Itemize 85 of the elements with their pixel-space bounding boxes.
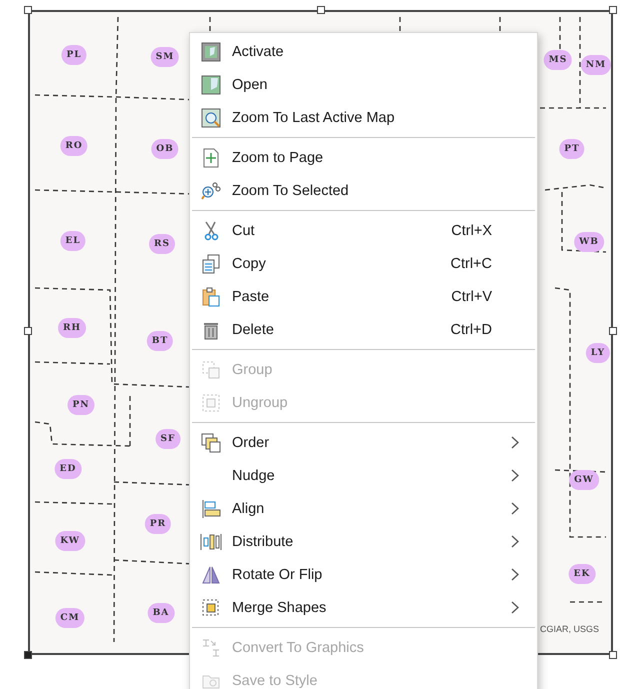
map-attribution: CGIAR, USGS [540,624,600,634]
shortcut-label: Ctrl+V [451,288,492,304]
paste-icon [201,286,221,306]
shortcut-label: Ctrl+D [450,322,492,338]
map-label: RH [58,318,86,338]
menu-item[interactable]: Merge Shapes [190,591,537,624]
menu-item-label: Ungroup [232,394,288,410]
group-icon [201,360,221,380]
map-frame-icon [201,42,221,62]
resize-handle[interactable] [609,651,617,659]
menu-item[interactable]: Rotate Or Flip [190,558,537,591]
resize-handle[interactable] [609,327,617,335]
map-label: MS [544,50,572,70]
menu-item[interactable]: Activate [190,35,537,68]
resize-handle[interactable] [24,651,32,659]
menu-item[interactable]: Order [190,426,537,459]
flip-icon [201,564,221,584]
distribute-icon [200,532,222,552]
map-label: SF [156,429,180,449]
boundary-line [499,17,501,32]
map-label: KW [55,531,85,551]
menu-item-label: Cut [232,222,255,238]
map-label: EK [568,564,596,584]
menu-item[interactable]: Distribute [190,525,537,558]
zoom-map-icon [201,108,221,128]
resize-handle[interactable] [24,327,32,335]
map-label: EL [60,231,86,251]
merge-shapes-icon [201,598,221,618]
map-label: OB [151,139,179,159]
map-label: GW [569,470,599,490]
map-label: RO [60,136,88,156]
map-label: LY [586,343,610,363]
menu-item-label: Activate [232,44,284,60]
shortcut-label: Ctrl+C [450,256,492,272]
menu-item-label: Nudge [232,468,275,484]
menu-item[interactable]: Zoom To Last Active Map [190,101,537,134]
resize-handle[interactable] [24,6,32,14]
copy-icon [201,254,221,274]
menu-item-label: Zoom To Last Active Map [232,110,395,126]
map-label: RS [149,234,175,254]
menu-item-label: Open [232,76,268,92]
map-label: ED [54,459,82,479]
zoom-selected-icon [201,180,221,200]
menu-item[interactable]: Delete Ctrl+D [190,313,537,346]
menu-item-label: Distribute [232,534,294,550]
menu-item[interactable]: Cut Ctrl+X [190,214,537,247]
menu-item-label: Delete [232,322,274,338]
menu-item-label: Merge Shapes [232,600,326,616]
resize-handle[interactable] [609,6,617,14]
map-label: CM [55,608,85,628]
map-label: PT [559,139,585,159]
resize-handle[interactable] [317,6,325,14]
map-label: PR [144,514,172,534]
menu-item[interactable]: Zoom To Selected [190,174,537,207]
shortcut-label: Ctrl+X [451,222,492,238]
menu-item[interactable]: Zoom to Page [190,141,537,174]
menu-item[interactable]: Copy Ctrl+C [190,247,537,280]
menu-item-label: Group [232,362,272,378]
ungroup-icon [201,392,221,412]
align-icon [201,498,221,518]
menu-item-label: Save to Style [232,672,318,688]
menu-item-label: Zoom To Selected [232,182,349,198]
zoom-page-icon [201,148,221,168]
menu-item-label: Rotate Or Flip [232,566,322,582]
convert-graphics-icon [201,638,221,658]
menu-item-label: Convert To Graphics [232,640,364,656]
map-label: PL [61,45,87,65]
map-icon [201,74,221,94]
menu-item[interactable]: Nudge [190,459,537,492]
map-label: NM [580,55,612,75]
map-label: BA [148,603,174,623]
boundary-line [559,17,561,52]
menu-item-label: Paste [232,288,270,304]
menu-item-label: Zoom to Page [232,150,324,166]
menu-item[interactable]: Paste Ctrl+V [190,280,537,313]
menu-item-label: Align [232,500,264,516]
menu-item[interactable]: Align [190,492,537,525]
map-label: BT [146,331,174,351]
order-icon [201,432,221,452]
map-label: WB [574,232,604,252]
menu-item-label: Copy [232,256,266,272]
map-label: SM [150,47,180,67]
map-label: PN [68,395,94,415]
menu-item-label: Order [232,434,270,450]
menu-item[interactable]: Open [190,68,537,101]
